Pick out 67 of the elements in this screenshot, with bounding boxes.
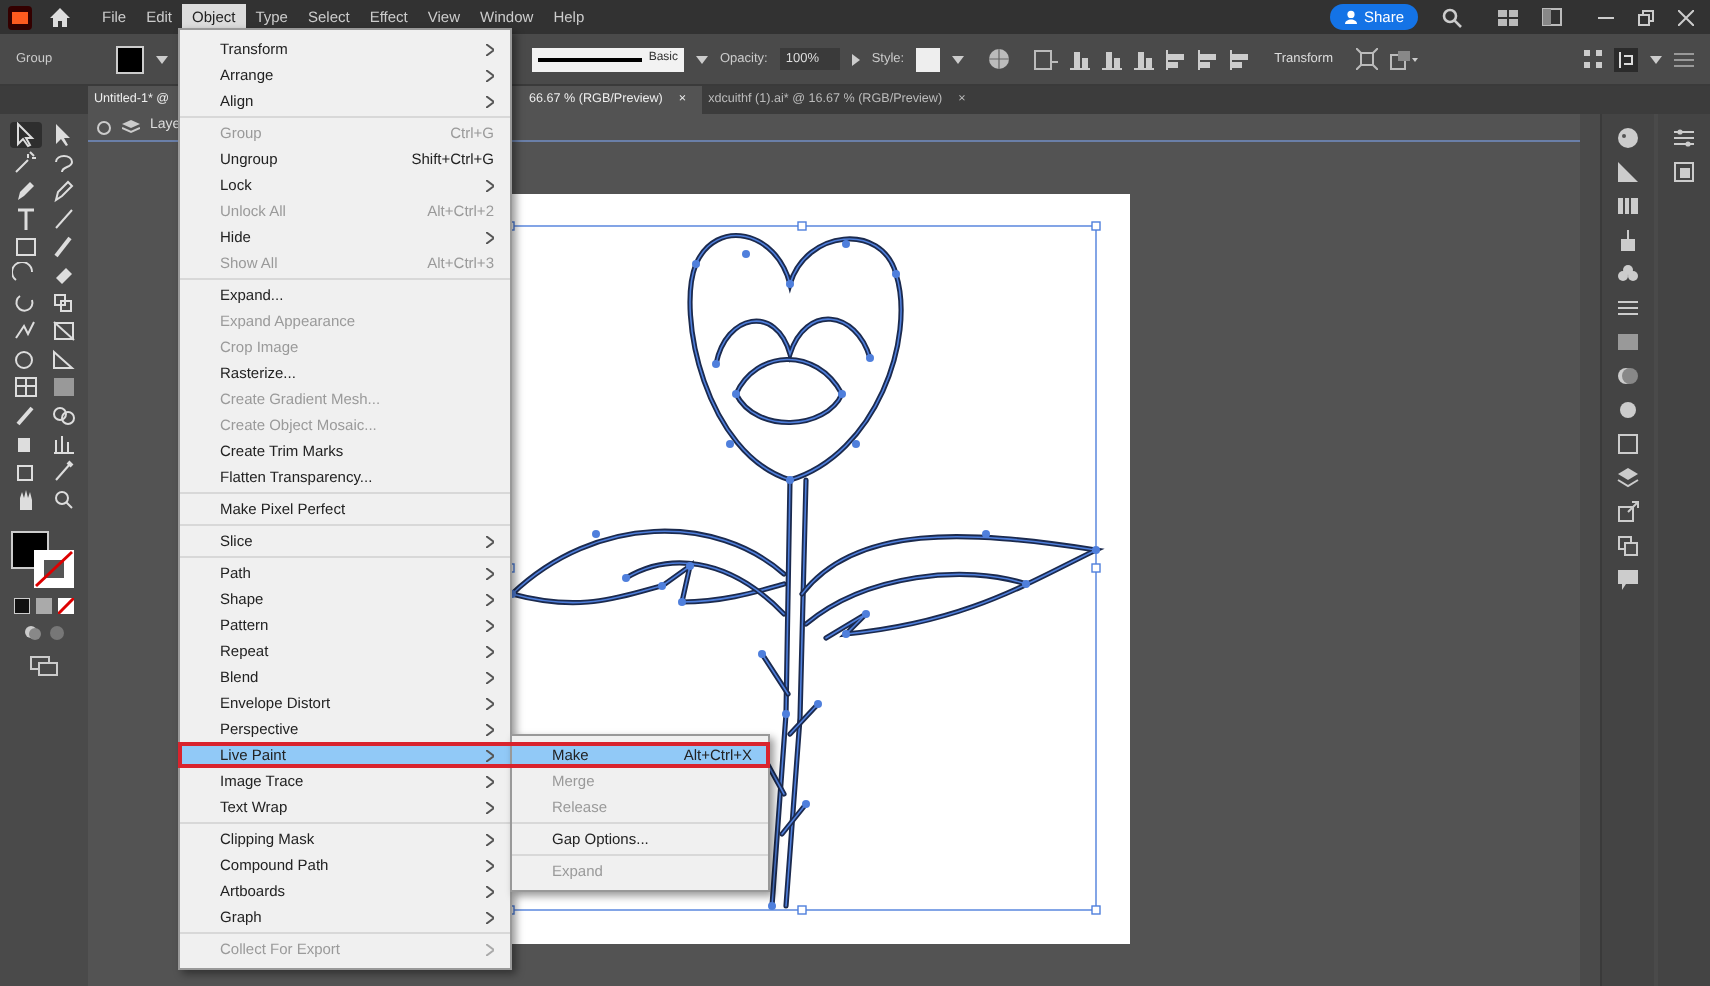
magic-wand-icon[interactable] — [12, 150, 38, 176]
align-icon[interactable] — [1134, 49, 1155, 69]
lasso-icon[interactable] — [50, 150, 76, 176]
scale-icon[interactable] — [50, 290, 76, 316]
type-icon[interactable] — [12, 206, 38, 232]
caret-icon[interactable] — [696, 55, 708, 63]
user-icon — [1343, 10, 1358, 24]
color-palette-icon[interactable] — [1616, 126, 1640, 150]
transparency-icon[interactable] — [1616, 364, 1640, 388]
slice-icon[interactable] — [50, 458, 76, 484]
rotate-icon[interactable] — [12, 290, 38, 316]
caret-icon[interactable] — [952, 55, 965, 63]
zoom-icon[interactable] — [50, 486, 76, 512]
layers-icon[interactable] — [122, 119, 140, 135]
properties-icon[interactable] — [1614, 47, 1638, 71]
export-icon[interactable] — [1616, 500, 1640, 524]
direct-selection-icon[interactable] — [50, 122, 76, 148]
mesh-icon[interactable] — [12, 374, 38, 400]
align-icon[interactable] — [1198, 49, 1219, 69]
layers-panel-icon[interactable] — [1616, 466, 1640, 490]
home-icon[interactable] — [48, 6, 72, 28]
arrange-icon[interactable] — [1390, 49, 1419, 69]
app-logo-icon — [8, 5, 32, 29]
screen-mode-icon[interactable] — [30, 656, 58, 676]
color-mode-icon[interactable] — [14, 598, 30, 614]
caret-icon[interactable] — [156, 55, 168, 63]
chevron-right-icon[interactable] — [851, 53, 860, 65]
rectangle-icon[interactable] — [12, 234, 38, 260]
fill-swatch[interactable] — [116, 45, 144, 73]
comments-icon[interactable] — [1616, 568, 1640, 592]
graphic-styles-icon[interactable] — [1616, 432, 1640, 456]
pencil-icon[interactable] — [50, 178, 76, 204]
stroke-panel-icon[interactable] — [1616, 296, 1640, 320]
brush-icon[interactable] — [50, 234, 76, 260]
caret-icon[interactable] — [1650, 55, 1662, 63]
workspace-icon[interactable] — [1498, 9, 1518, 25]
align-icon[interactable] — [1230, 49, 1251, 69]
draw-mode-icon[interactable] — [23, 624, 41, 642]
swatches-icon[interactable] — [1616, 194, 1640, 218]
graph-icon[interactable] — [50, 430, 76, 456]
restore-icon[interactable] — [1638, 9, 1654, 25]
close-icon[interactable] — [1678, 9, 1694, 25]
align-icon[interactable] — [1102, 49, 1123, 69]
properties-panel-icon[interactable] — [1672, 126, 1696, 150]
perspective-icon[interactable] — [50, 346, 76, 372]
line-icon[interactable] — [50, 206, 76, 232]
isolate-icon[interactable] — [1356, 48, 1379, 70]
style-swatch[interactable] — [916, 47, 941, 71]
pen-icon[interactable] — [12, 178, 38, 204]
align-icon[interactable] — [1070, 49, 1091, 69]
libraries-icon[interactable] — [1672, 160, 1696, 184]
symbols-icon[interactable] — [1616, 262, 1640, 286]
document-icon[interactable] — [1034, 49, 1059, 69]
globe-icon[interactable] — [988, 48, 1011, 70]
blend-icon[interactable] — [50, 402, 76, 428]
selection-tool-icon[interactable] — [12, 122, 38, 148]
search-icon[interactable] — [1442, 7, 1462, 27]
artboards-panel-icon[interactable] — [1616, 534, 1640, 558]
panel-layout-icon[interactable] — [1542, 8, 1562, 26]
align-icon[interactable] — [1166, 49, 1187, 69]
grid-icon[interactable] — [1584, 50, 1602, 68]
none-mode-icon[interactable] — [58, 598, 74, 614]
panel-menu-icon[interactable] — [1674, 51, 1694, 67]
warp-icon[interactable] — [12, 318, 38, 344]
fill-stroke-drawing[interactable] — [10, 530, 78, 590]
eyedropper-icon[interactable] — [12, 402, 38, 428]
free-transform-icon[interactable] — [50, 318, 76, 344]
